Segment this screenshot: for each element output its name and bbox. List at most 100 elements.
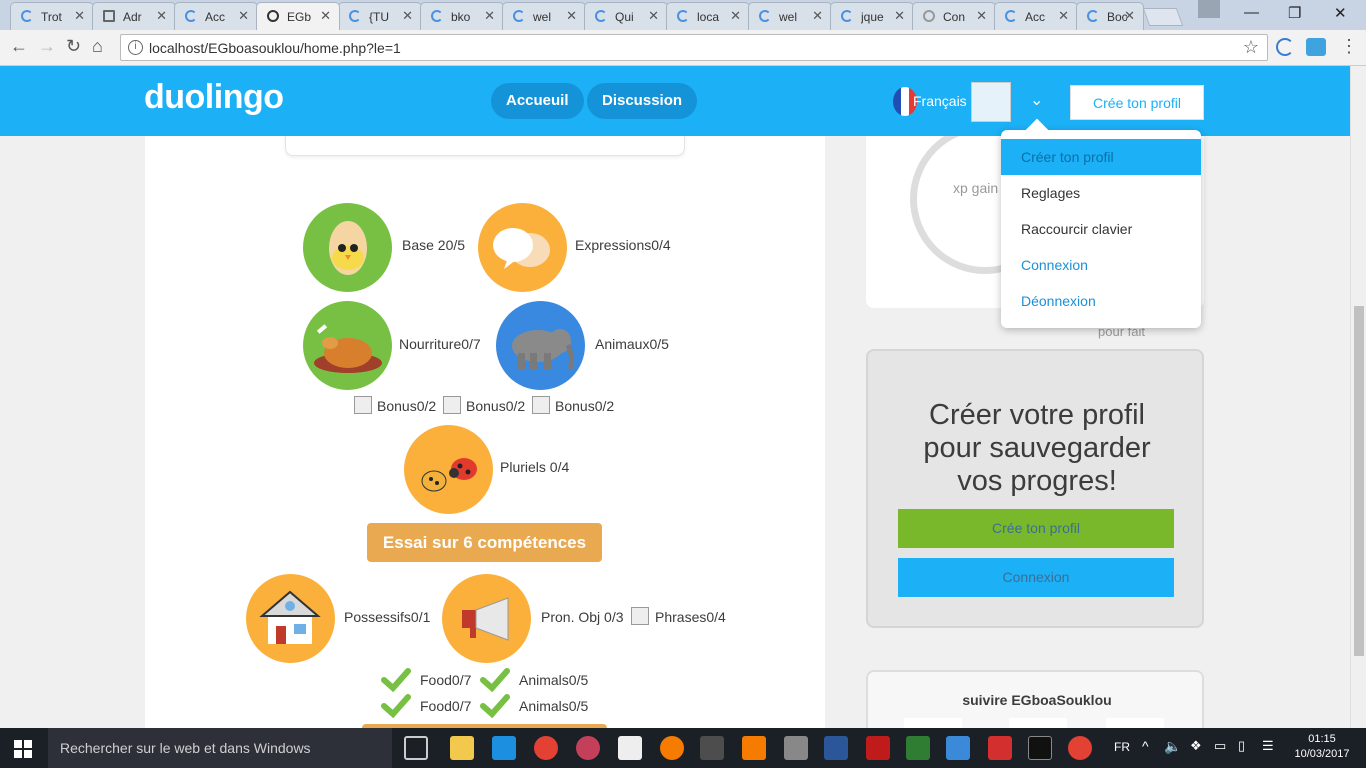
skill-expressions-circle[interactable]: [478, 203, 567, 292]
browser-tab[interactable]: Con ✕: [912, 2, 996, 30]
menu-item-raccourcir-clavier[interactable]: Raccourcir clavier: [1001, 211, 1201, 247]
browser-tab[interactable]: wel ✕: [748, 2, 832, 30]
window-close-icon[interactable]: ✕: [1334, 4, 1347, 22]
browser-tab[interactable]: Acc ✕: [994, 2, 1078, 30]
app-icon[interactable]: [576, 736, 600, 760]
avatar[interactable]: [971, 82, 1011, 122]
profile-login-button[interactable]: Connexion: [898, 558, 1174, 597]
menu-item-reglages[interactable]: Reglages: [1001, 175, 1201, 211]
task-view-icon[interactable]: [404, 736, 428, 760]
close-icon[interactable]: ✕: [730, 8, 741, 24]
follow-tab[interactable]: [1009, 718, 1067, 728]
close-icon[interactable]: ✕: [1058, 8, 1069, 24]
food-label[interactable]: Food0/7: [420, 672, 471, 688]
store-icon[interactable]: [618, 736, 642, 760]
skill-animaux-circle[interactable]: [496, 301, 585, 390]
chevron-down-icon[interactable]: ⌄: [1030, 90, 1043, 110]
back-icon[interactable]: ←: [10, 36, 28, 57]
close-icon[interactable]: ✕: [320, 8, 331, 24]
pdf-icon[interactable]: [988, 736, 1012, 760]
dropbox-icon[interactable]: ❖: [1190, 738, 1202, 754]
home-icon[interactable]: ⌂: [92, 36, 103, 57]
close-icon[interactable]: ✕: [402, 8, 413, 24]
reload-icon[interactable]: ↻: [66, 36, 81, 57]
close-icon[interactable]: ✕: [156, 8, 167, 24]
edge-icon[interactable]: [492, 736, 516, 760]
volume-icon[interactable]: 🔈: [1164, 738, 1181, 755]
file-explorer-icon[interactable]: [450, 736, 474, 760]
terminal-icon[interactable]: [1028, 736, 1052, 760]
chrome-icon[interactable]: [534, 736, 558, 760]
essai-button[interactable]: Essai sur 6 compétences: [367, 523, 602, 562]
header-create-profile-button[interactable]: Crée ton profil: [1070, 85, 1204, 120]
word-icon[interactable]: [824, 736, 848, 760]
follow-tab[interactable]: [904, 718, 962, 728]
app-icon[interactable]: [784, 736, 808, 760]
restore-icon[interactable]: ❐: [1288, 4, 1301, 22]
browser-tab[interactable]: bko ✕: [420, 2, 504, 30]
animals-label[interactable]: Animals0/5: [519, 698, 588, 714]
close-icon[interactable]: ✕: [238, 8, 249, 24]
minimize-icon[interactable]: —: [1244, 4, 1259, 21]
language-indicator[interactable]: FR: [1114, 740, 1130, 754]
close-icon[interactable]: ✕: [894, 8, 905, 24]
bookmark-star-icon[interactable]: ☆: [1243, 37, 1259, 58]
menu-icon[interactable]: ⋮: [1340, 36, 1358, 57]
bonus-label[interactable]: Bonus0/2: [377, 398, 436, 414]
chrome-active-icon[interactable]: [1068, 736, 1092, 760]
browser-tab[interactable]: {TU ✕: [338, 2, 422, 30]
animals-label[interactable]: Animals0/5: [519, 672, 588, 688]
language-label[interactable]: Français: [913, 93, 967, 109]
browser-tab-active[interactable]: EGb ✕: [256, 2, 340, 30]
skill-nourriture-circle[interactable]: [303, 301, 392, 390]
skill-pronobj-circle[interactable]: [442, 574, 531, 663]
sublime-icon[interactable]: [700, 736, 724, 760]
bonus-label[interactable]: Bonus0/2: [555, 398, 614, 414]
menu-item-creer-profil[interactable]: Créer ton profil: [1001, 139, 1201, 175]
profile-icon[interactable]: [1198, 0, 1220, 18]
browser-tab[interactable]: Boc ✕: [1076, 2, 1144, 30]
xampp-icon[interactable]: [742, 736, 766, 760]
browser-tab[interactable]: loca ✕: [666, 2, 750, 30]
close-icon[interactable]: ✕: [812, 8, 823, 24]
chart-app-icon[interactable]: [906, 736, 930, 760]
close-icon[interactable]: ✕: [566, 8, 577, 24]
browser-tab[interactable]: Adr ✕: [92, 2, 176, 30]
follow-tab[interactable]: [1106, 718, 1164, 728]
browser-tab[interactable]: wel ✕: [502, 2, 586, 30]
extension-icon[interactable]: [1306, 38, 1326, 56]
app-icon[interactable]: [946, 736, 970, 760]
address-bar[interactable]: i localhost/EGboasouklou/home.php?le=1 ☆: [120, 34, 1268, 61]
notification-icon[interactable]: ☰: [1262, 738, 1274, 754]
menu-item-connexion[interactable]: Connexion: [1001, 247, 1201, 283]
windows-start-icon[interactable]: [14, 740, 32, 758]
profile-create-button[interactable]: Crée ton profil: [898, 509, 1174, 548]
close-icon[interactable]: ✕: [484, 8, 495, 24]
close-icon[interactable]: ✕: [976, 8, 987, 24]
taskbar-clock[interactable]: 01:15 10/03/2017: [1292, 732, 1352, 762]
duolingo-logo[interactable]: duolingo: [144, 78, 284, 117]
menu-item-deconnexion[interactable]: Déonnexion: [1001, 283, 1201, 319]
browser-tab[interactable]: jque ✕: [830, 2, 914, 30]
close-icon[interactable]: ✕: [74, 8, 85, 24]
info-icon[interactable]: i: [128, 40, 143, 55]
scrollbar-thumb[interactable]: [1354, 306, 1364, 656]
forward-icon[interactable]: →: [38, 36, 56, 57]
skill-possessifs-circle[interactable]: [246, 574, 335, 663]
network-icon[interactable]: ▭: [1214, 738, 1226, 754]
bonus-label[interactable]: Bonus0/2: [466, 398, 525, 414]
nav-accueuil-button[interactable]: Accueuil: [491, 83, 584, 119]
browser-tab[interactable]: Qui ✕: [584, 2, 668, 30]
skill-base-circle[interactable]: [303, 203, 392, 292]
new-tab-button[interactable]: [1142, 8, 1184, 26]
chevron-up-icon[interactable]: ^: [1142, 738, 1149, 754]
firefox-icon[interactable]: [660, 736, 684, 760]
battery-icon[interactable]: ▯: [1238, 738, 1245, 754]
page-scrollbar[interactable]: [1350, 66, 1366, 728]
filezilla-icon[interactable]: [866, 736, 890, 760]
skill-pluriels-circle[interactable]: [404, 425, 493, 514]
extension-icon[interactable]: [1276, 38, 1294, 56]
browser-tab[interactable]: Trot ✕: [10, 2, 94, 30]
taskbar-search-box[interactable]: Rechercher sur le web et dans Windows: [48, 728, 392, 768]
close-icon[interactable]: ✕: [1124, 8, 1135, 24]
